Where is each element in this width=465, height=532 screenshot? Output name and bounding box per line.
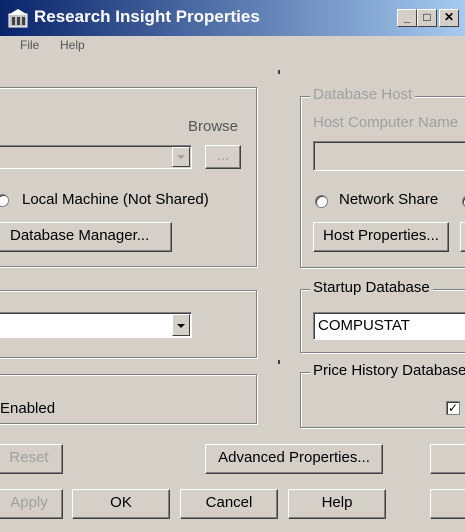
help-button[interactable]: Help: [288, 489, 386, 519]
chevron-down-icon: [177, 155, 185, 159]
database-manager-button[interactable]: Database Manager...: [0, 222, 172, 252]
price-history-legend: Price History Database: [310, 362, 465, 379]
selection-combo[interactable]: [0, 312, 192, 338]
cancel-button[interactable]: Cancel: [180, 489, 278, 519]
selection-dropdown-button[interactable]: [172, 314, 190, 336]
host-computer-input[interactable]: [313, 141, 465, 171]
advanced-properties-button[interactable]: Advanced Properties...: [205, 444, 383, 474]
apply-button[interactable]: Apply: [0, 489, 63, 519]
host-properties-button[interactable]: Host Properties...: [313, 222, 449, 252]
host-computer-label: Host Computer Name: [313, 114, 459, 131]
close-button[interactable]: ✕: [439, 9, 459, 27]
startup-database-legend: Startup Database: [310, 279, 433, 296]
window-title: Research Insight Properties: [34, 7, 260, 26]
price-history-checkbox[interactable]: ✓: [446, 401, 460, 415]
browse-label: Browse: [188, 118, 239, 135]
separator-dot: [278, 360, 280, 364]
menu-help[interactable]: Help: [60, 38, 85, 52]
right-bottom-button[interactable]: [430, 489, 465, 519]
price-history-group: [300, 372, 465, 428]
ok-button[interactable]: OK: [72, 489, 170, 519]
startup-database-input[interactable]: COMPUSTAT: [313, 312, 465, 340]
database-path-combo: [0, 145, 192, 169]
local-machine-label: Local Machine (Not Shared): [22, 191, 209, 208]
database-host-legend: Database Host: [310, 86, 416, 103]
network-share-label: Network Share: [339, 191, 439, 208]
maximize-button[interactable]: □: [417, 9, 437, 27]
minimize-button[interactable]: _: [397, 9, 417, 27]
enabled-label: Enabled: [0, 400, 56, 417]
database-path-dropdown: [172, 147, 190, 167]
chevron-down-icon: [177, 324, 185, 328]
reset-button[interactable]: Reset: [0, 444, 63, 474]
host-extra-button[interactable]: [460, 222, 465, 252]
browse-button[interactable]: ...: [205, 145, 241, 169]
app-icon: [8, 9, 28, 28]
separator-dot: [278, 70, 280, 74]
network-share-radio[interactable]: [315, 195, 328, 208]
menu-file[interactable]: File: [20, 38, 39, 52]
right-extra-button[interactable]: [430, 444, 465, 474]
